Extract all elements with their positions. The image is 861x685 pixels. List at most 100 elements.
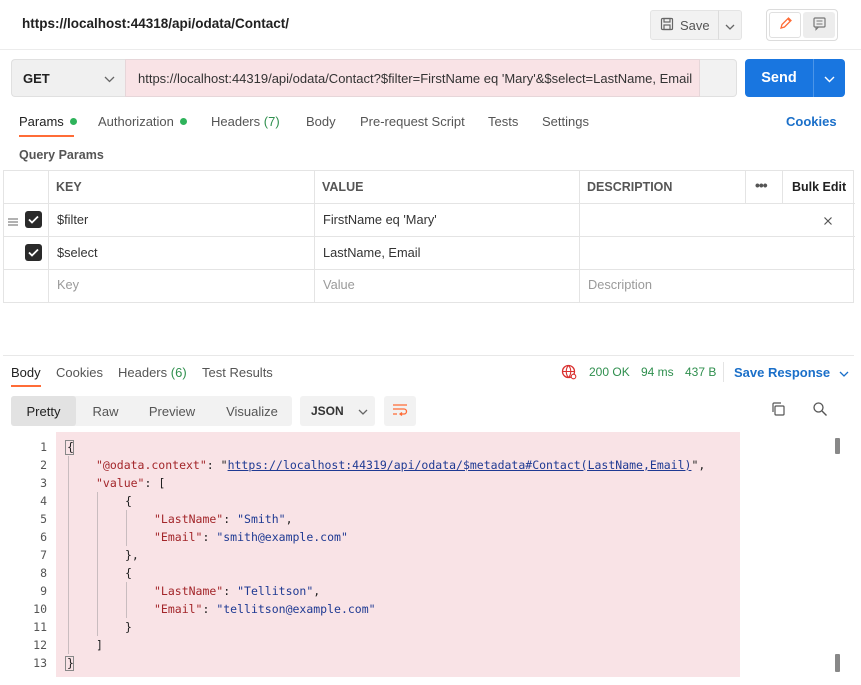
close-icon[interactable] — [823, 214, 833, 229]
save-options-button[interactable] — [718, 10, 742, 40]
response-divider[interactable] — [3, 355, 854, 356]
code-line: "LastName": "Smith", — [154, 512, 293, 526]
chevron-down-icon — [358, 404, 368, 418]
wrap-lines-button[interactable] — [384, 396, 416, 426]
json-link[interactable]: https://localhost:44319/api/odata/$metad… — [228, 458, 692, 472]
row-checkbox[interactable] — [25, 244, 42, 261]
code-line: } — [125, 620, 132, 634]
globe-icon[interactable] — [561, 364, 577, 383]
value-placeholder-input[interactable]: Value — [323, 277, 355, 292]
code-line: { — [125, 494, 132, 508]
line-number: 11 — [33, 620, 47, 634]
view-raw-button[interactable]: Raw — [77, 396, 134, 426]
tab-label: Headers — [211, 114, 261, 129]
send-button[interactable]: Send — [745, 59, 813, 97]
tab-params[interactable]: Params — [19, 114, 77, 129]
indent-guide — [97, 492, 98, 636]
edit-mode-button[interactable] — [769, 12, 801, 38]
comment-icon — [812, 16, 827, 34]
query-params-title: Query Params — [19, 148, 104, 162]
status-code[interactable]: 200 OK — [589, 365, 630, 379]
tab-pre-request-script[interactable]: Pre-request Script — [360, 114, 465, 129]
response-tab-test-results[interactable]: Test Results — [202, 365, 273, 380]
active-tab-indicator — [11, 385, 41, 387]
response-tab-body[interactable]: Body — [11, 365, 41, 380]
column-header-key: KEY — [56, 180, 82, 194]
tab-label: Params — [19, 114, 64, 129]
chevron-down-icon — [725, 18, 735, 33]
param-value[interactable]: LastName, Email — [323, 245, 420, 260]
pencil-icon — [778, 16, 793, 34]
param-key[interactable]: $select — [57, 245, 98, 260]
divider — [723, 362, 724, 382]
params-table: KEY VALUE DESCRIPTION ••• Bulk Edit $fil… — [3, 170, 855, 303]
code-line: }, — [125, 548, 139, 562]
json-key: "value" — [96, 476, 145, 490]
indent-guide — [126, 582, 127, 618]
line-number: 6 — [40, 530, 47, 544]
drag-handle-icon[interactable] — [7, 215, 19, 230]
save-button[interactable]: Save — [650, 10, 719, 40]
response-time[interactable]: 94 ms — [641, 365, 674, 379]
chevron-down-icon — [824, 71, 835, 86]
key-placeholder-input[interactable]: Key — [57, 277, 79, 292]
format-select[interactable]: JSON — [300, 396, 375, 426]
code-line: ] — [96, 638, 103, 652]
code-line: { — [125, 566, 132, 580]
status-dot — [179, 118, 187, 125]
response-size[interactable]: 437 B — [685, 365, 716, 379]
param-value[interactable]: FirstName eq 'Mary' — [323, 212, 437, 227]
code-line: "Email": "tellitson@example.com" — [154, 602, 376, 616]
line-number: 4 — [40, 494, 47, 508]
save-label: Save — [680, 17, 710, 33]
line-number: 1 — [40, 440, 47, 454]
view-preview-button[interactable]: Preview — [136, 396, 208, 426]
json-key: "LastName" — [154, 512, 224, 526]
tab-label: Headers — [118, 365, 168, 380]
param-key[interactable]: $filter — [57, 212, 88, 227]
bulk-edit-button[interactable]: Bulk Edit — [792, 180, 846, 194]
tab-headers[interactable]: Headers (7) — [211, 114, 280, 129]
line-number: 7 — [40, 548, 47, 562]
line-number: 5 — [40, 512, 47, 526]
row-checkbox[interactable] — [25, 211, 42, 228]
indent-guide — [126, 510, 127, 546]
scrollbar-thumb[interactable] — [835, 438, 840, 454]
active-tab-indicator — [19, 135, 74, 137]
json-string: "smith@example.com" — [216, 530, 348, 544]
json-key: "Email" — [154, 530, 203, 544]
url-input[interactable]: https://localhost:44319/api/odata/Contac… — [125, 59, 700, 97]
url-input-end — [700, 59, 737, 97]
cookies-link[interactable]: Cookies — [786, 114, 837, 129]
view-pretty-button[interactable]: Pretty — [11, 396, 76, 426]
code-line: "value": [ — [96, 476, 166, 490]
status-dot — [69, 118, 77, 125]
request-title[interactable]: https://localhost:44318/api/odata/Contac… — [22, 16, 289, 31]
line-number: 2 — [40, 458, 47, 472]
tab-body[interactable]: Body — [306, 114, 336, 129]
tab-authorization[interactable]: Authorization — [98, 114, 187, 129]
tab-tests[interactable]: Tests — [488, 114, 518, 129]
scrollbar-thumb[interactable] — [835, 654, 840, 672]
response-tab-cookies[interactable]: Cookies — [56, 365, 103, 380]
line-number: 3 — [40, 476, 47, 490]
column-header-value: VALUE — [322, 180, 364, 194]
tab-count: (6) — [170, 365, 187, 380]
copy-icon[interactable] — [770, 401, 786, 420]
json-key: "@odata.context" — [96, 458, 207, 472]
scrollbar[interactable] — [834, 436, 841, 674]
view-visualize-button[interactable]: Visualize — [212, 396, 292, 426]
indent-guide — [68, 456, 69, 654]
json-key: "LastName" — [154, 584, 224, 598]
code-line: "Email": "smith@example.com" — [154, 530, 348, 544]
tab-settings[interactable]: Settings — [542, 114, 589, 129]
description-placeholder-input[interactable]: Description — [588, 277, 652, 292]
response-tab-headers[interactable]: Headers (6) — [118, 365, 187, 380]
chevron-down-icon — [104, 71, 115, 86]
search-icon[interactable] — [812, 401, 828, 420]
more-options-icon[interactable]: ••• — [755, 177, 768, 193]
save-response-button[interactable]: Save Response — [734, 365, 849, 380]
documentation-button[interactable] — [803, 12, 835, 38]
send-options-button[interactable] — [813, 59, 845, 97]
tab-label: Authorization — [98, 114, 174, 129]
